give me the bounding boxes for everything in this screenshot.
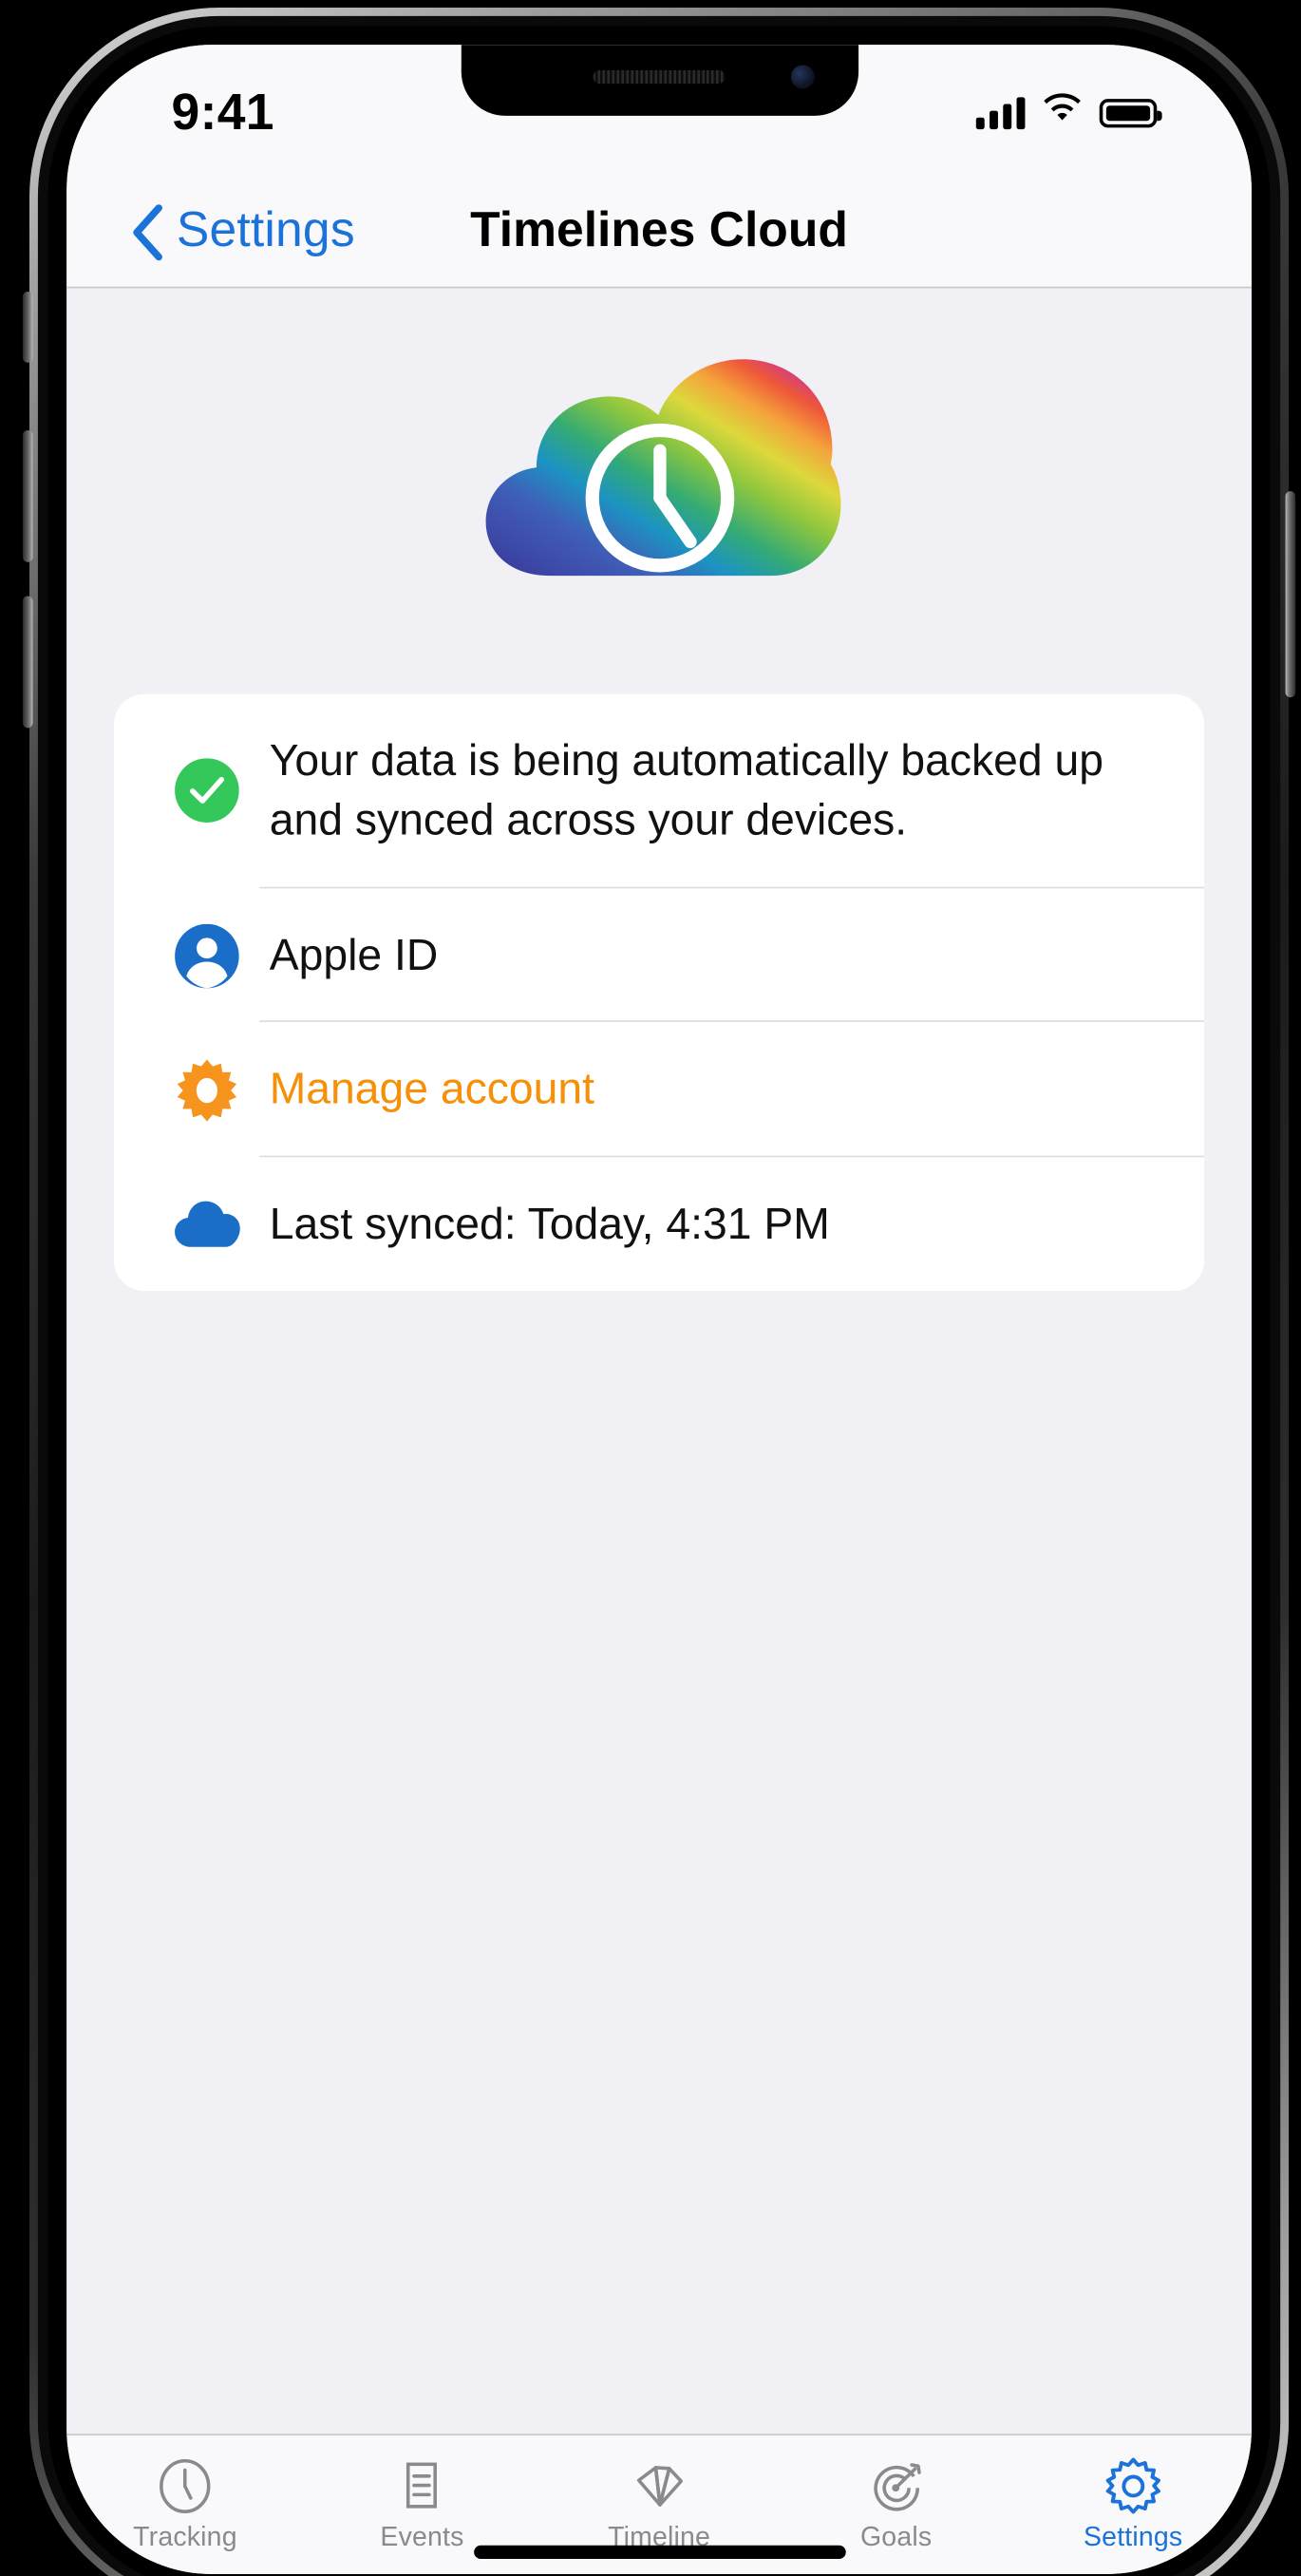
- list-item-body: Your data is being automatically backed …: [259, 694, 1205, 888]
- tab-settings[interactable]: Settings: [1014, 2435, 1252, 2574]
- last-synced-label: Last synced: Today, 4:31 PM: [269, 1198, 830, 1250]
- list-item-manage-account[interactable]: Manage account: [114, 1023, 1205, 1158]
- battery-full-icon: [1099, 98, 1162, 127]
- tab-label: Settings: [1083, 2522, 1183, 2552]
- gear-icon: [155, 1058, 259, 1123]
- cloud-icon: [155, 1199, 259, 1249]
- iphone-device-frame: 9:41 Settings Timelines Cloud Your data …: [22, 8, 1296, 2576]
- apple-id-label: Apple ID: [269, 928, 439, 979]
- iphone-screen: 9:41 Settings Timelines Cloud Your data …: [66, 45, 1252, 2575]
- green-check-circle-icon: [155, 758, 259, 824]
- sync-status-text: Your data is being automatically backed …: [269, 734, 1103, 844]
- signal-bars-icon: [975, 96, 1026, 130]
- device-notch: [460, 45, 858, 116]
- tab-label: Events: [380, 2522, 464, 2552]
- list-doc-icon: [393, 2456, 451, 2514]
- tab-label: Goals: [859, 2522, 933, 2552]
- power-button[interactable]: [1285, 491, 1296, 698]
- back-button[interactable]: Settings: [131, 203, 355, 261]
- back-button-label: Settings: [176, 203, 355, 258]
- home-indicator[interactable]: [473, 2545, 845, 2560]
- list-item-body: Last synced: Today, 4:31 PM: [259, 1158, 1204, 1291]
- list-item-apple-id[interactable]: Apple ID: [114, 888, 1205, 1023]
- list-item-last-synced: Last synced: Today, 4:31 PM: [114, 1158, 1204, 1291]
- front-camera: [790, 65, 814, 89]
- navigation-bar: Settings Timelines Cloud: [66, 177, 1252, 289]
- gear-icon: [1104, 2456, 1162, 2514]
- tab-tracking[interactable]: Tracking: [66, 2435, 304, 2574]
- hero-logo-container: [66, 288, 1252, 589]
- status-bar-indicators: [975, 92, 1162, 133]
- rainbow-cloud-clock-logo: [475, 352, 843, 589]
- clock-icon: [157, 2456, 215, 2514]
- volume-up-button[interactable]: [22, 430, 33, 562]
- list-item-body: Apple ID: [259, 888, 1205, 1023]
- main-content: Your data is being automatically backed …: [66, 288, 1252, 2434]
- person-circle-icon: [155, 922, 259, 988]
- silent-switch[interactable]: [22, 292, 33, 363]
- volume-down-button[interactable]: [22, 596, 33, 729]
- tab-label: Tracking: [133, 2522, 237, 2552]
- fan-timeline-icon: [631, 2456, 688, 2514]
- list-item: Your data is being automatically backed …: [114, 694, 1205, 888]
- chevron-left-icon: [131, 203, 165, 261]
- wifi-icon: [1042, 92, 1083, 133]
- manage-account-label: Manage account: [269, 1063, 594, 1114]
- earpiece-speaker: [593, 69, 726, 85]
- cloud-status-card: Your data is being automatically backed …: [114, 693, 1205, 1292]
- screenshot-canvas: 9:41 Settings Timelines Cloud Your data …: [0, 0, 1301, 2576]
- target-arrow-icon: [867, 2456, 925, 2514]
- list-item-body: Manage account: [259, 1023, 1205, 1158]
- status-bar-clock: 9:41: [171, 85, 274, 142]
